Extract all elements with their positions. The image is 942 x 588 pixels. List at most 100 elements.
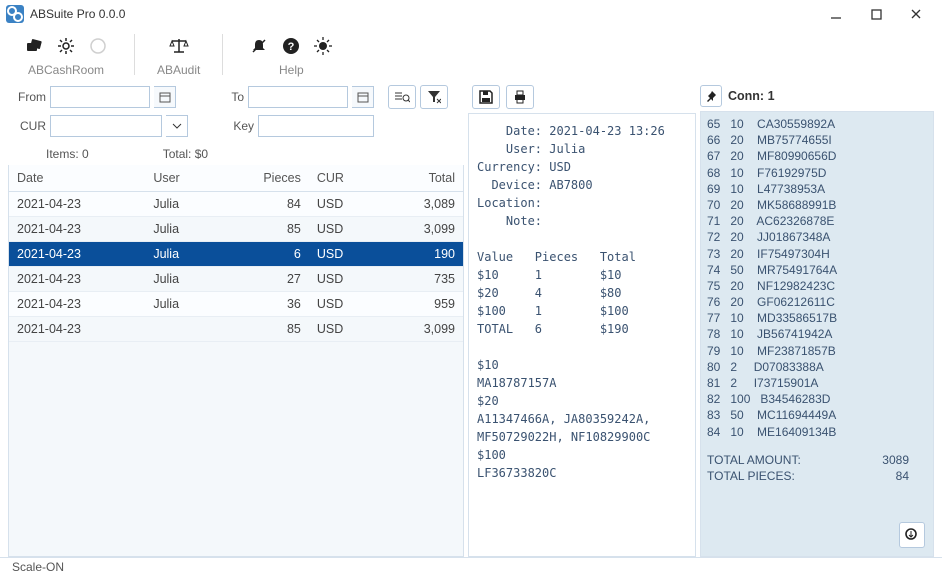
maximize-icon xyxy=(871,9,882,20)
audit-button[interactable] xyxy=(165,32,193,60)
question-icon: ? xyxy=(282,37,300,55)
cur-dropdown-button[interactable] xyxy=(166,115,188,137)
key-label: Key xyxy=(226,119,254,133)
calendar-icon xyxy=(159,91,171,103)
from-date-picker-button[interactable] xyxy=(154,86,176,108)
conn-panel[interactable]: 65 10 CA30559892A66 20 MB75774655I67 20 … xyxy=(700,111,934,557)
total-amount-value: 3089 xyxy=(882,452,909,468)
conn-line: 66 20 MB75774655I xyxy=(707,132,927,148)
cur-label: CUR xyxy=(8,119,46,133)
sun-icon xyxy=(314,37,332,55)
key-input[interactable] xyxy=(258,115,374,137)
cashroom-disabled-button xyxy=(84,32,112,60)
title-bar: ABSuite Pro 0.0.0 xyxy=(0,0,942,28)
minimize-button[interactable] xyxy=(816,0,856,28)
search-list-icon xyxy=(394,90,410,104)
toolbar-group-cashroom: ABCashRoom xyxy=(20,32,112,77)
detail-panel: Date: 2021-04-23 13:26 User: Julia Curre… xyxy=(468,113,696,557)
from-date-input[interactable] xyxy=(50,86,150,108)
pin-icon xyxy=(704,89,718,103)
table-row[interactable]: 2021-04-23Julia36USD959 xyxy=(9,292,463,317)
to-label: To xyxy=(220,90,244,104)
conn-line: 81 2 I73715901A xyxy=(707,375,927,391)
cards-icon xyxy=(25,37,43,55)
close-icon xyxy=(910,8,922,20)
table-row[interactable]: 2021-04-2385USD3,099 xyxy=(9,317,463,342)
conn-line: 75 20 NF12982423C xyxy=(707,278,927,294)
to-date-picker-button[interactable] xyxy=(352,86,374,108)
conn-line: 73 20 IF75497304H xyxy=(707,246,927,262)
main-toolbar: ABCashRoom ABAudit ? Help xyxy=(0,28,942,79)
toolbar-help-label: Help xyxy=(245,63,337,77)
col-date[interactable]: Date xyxy=(9,165,145,192)
col-total[interactable]: Total xyxy=(382,165,463,192)
conn-line: 65 10 CA30559892A xyxy=(707,116,927,132)
conn-line: 83 50 MC11694449A xyxy=(707,407,927,423)
status-bar: Scale-ON xyxy=(0,557,942,579)
records-grid[interactable]: Date User Pieces CUR Total 2021-04-23Jul… xyxy=(8,165,464,557)
minimize-icon xyxy=(830,8,842,20)
conn-line: 77 10 MD33586517B xyxy=(707,310,927,326)
theme-button[interactable] xyxy=(309,32,337,60)
save-button[interactable] xyxy=(472,85,500,109)
table-row[interactable]: 2021-04-23Julia27USD735 xyxy=(9,267,463,292)
total-pieces-label: TOTAL PIECES: xyxy=(707,468,795,484)
funnel-x-icon xyxy=(427,90,441,104)
col-cur[interactable]: CUR xyxy=(309,165,382,192)
conn-line: 70 20 MK58688991B xyxy=(707,197,927,213)
help-button[interactable]: ? xyxy=(277,32,305,60)
print-icon xyxy=(512,89,528,105)
status-text: Scale-ON xyxy=(12,560,64,574)
conn-line: 67 20 MF80990656D xyxy=(707,148,927,164)
conn-line: 71 20 AC62326878E xyxy=(707,213,927,229)
total-pieces-value: 84 xyxy=(896,468,909,484)
conn-line: 68 10 F76192975D xyxy=(707,165,927,181)
conn-line: 78 10 JB56741942A xyxy=(707,326,927,342)
conn-line: 80 2 D07083388A xyxy=(707,359,927,375)
globe-icon xyxy=(89,37,107,55)
total-amount-label: TOTAL AMOUNT: xyxy=(707,452,801,468)
table-row[interactable]: 2021-04-23Julia84USD3,089 xyxy=(9,192,463,217)
bell-off-icon xyxy=(250,37,268,55)
scale-icon xyxy=(169,36,189,56)
total-summary: Total: $0 xyxy=(163,147,208,161)
to-date-input[interactable] xyxy=(248,86,348,108)
print-button[interactable] xyxy=(506,85,534,109)
toolbar-group-audit: ABAudit xyxy=(157,32,200,77)
cur-select[interactable] xyxy=(50,115,162,137)
close-button[interactable] xyxy=(896,0,936,28)
clear-filter-button[interactable] xyxy=(420,85,448,109)
search-button[interactable] xyxy=(388,85,416,109)
chevron-down-icon xyxy=(172,121,182,131)
gear-icon xyxy=(57,37,75,55)
conn-line: 74 50 MR75491764A xyxy=(707,262,927,278)
cashroom-settings-button[interactable] xyxy=(52,32,80,60)
table-row[interactable]: 2021-04-23Julia85USD3,099 xyxy=(9,217,463,242)
conn-line: 69 10 L47738953A xyxy=(707,181,927,197)
conn-line: 72 20 JJ01867348A xyxy=(707,229,927,245)
conn-line: 79 10 MF23871857B xyxy=(707,343,927,359)
toolbar-audit-label: ABAudit xyxy=(157,63,200,77)
items-summary: Items: 0 xyxy=(46,147,89,161)
calendar-icon xyxy=(357,91,369,103)
app-logo-icon xyxy=(6,5,24,23)
conn-line: 82 100 B34546283D xyxy=(707,391,927,407)
toolbar-cashroom-label: ABCashRoom xyxy=(20,63,112,77)
conn-label: Conn: 1 xyxy=(728,89,775,103)
cashroom-cards-button[interactable] xyxy=(20,32,48,60)
conn-line: 84 10 ME16409134B xyxy=(707,424,927,440)
col-pieces[interactable]: Pieces xyxy=(218,165,309,192)
notifications-button[interactable] xyxy=(245,32,273,60)
toolbar-group-help: ? Help xyxy=(245,32,337,77)
save-icon xyxy=(478,89,494,105)
from-label: From xyxy=(8,90,46,104)
col-user[interactable]: User xyxy=(145,165,217,192)
svg-text:?: ? xyxy=(288,41,295,53)
table-row[interactable]: 2021-04-23Julia6USD190 xyxy=(9,242,463,267)
maximize-button[interactable] xyxy=(856,0,896,28)
conn-line: 76 20 GF06212611C xyxy=(707,294,927,310)
search-arrow-icon xyxy=(904,527,920,543)
conn-search-button[interactable] xyxy=(899,522,925,548)
pin-button[interactable] xyxy=(700,85,722,107)
app-title: ABSuite Pro 0.0.0 xyxy=(30,7,125,21)
